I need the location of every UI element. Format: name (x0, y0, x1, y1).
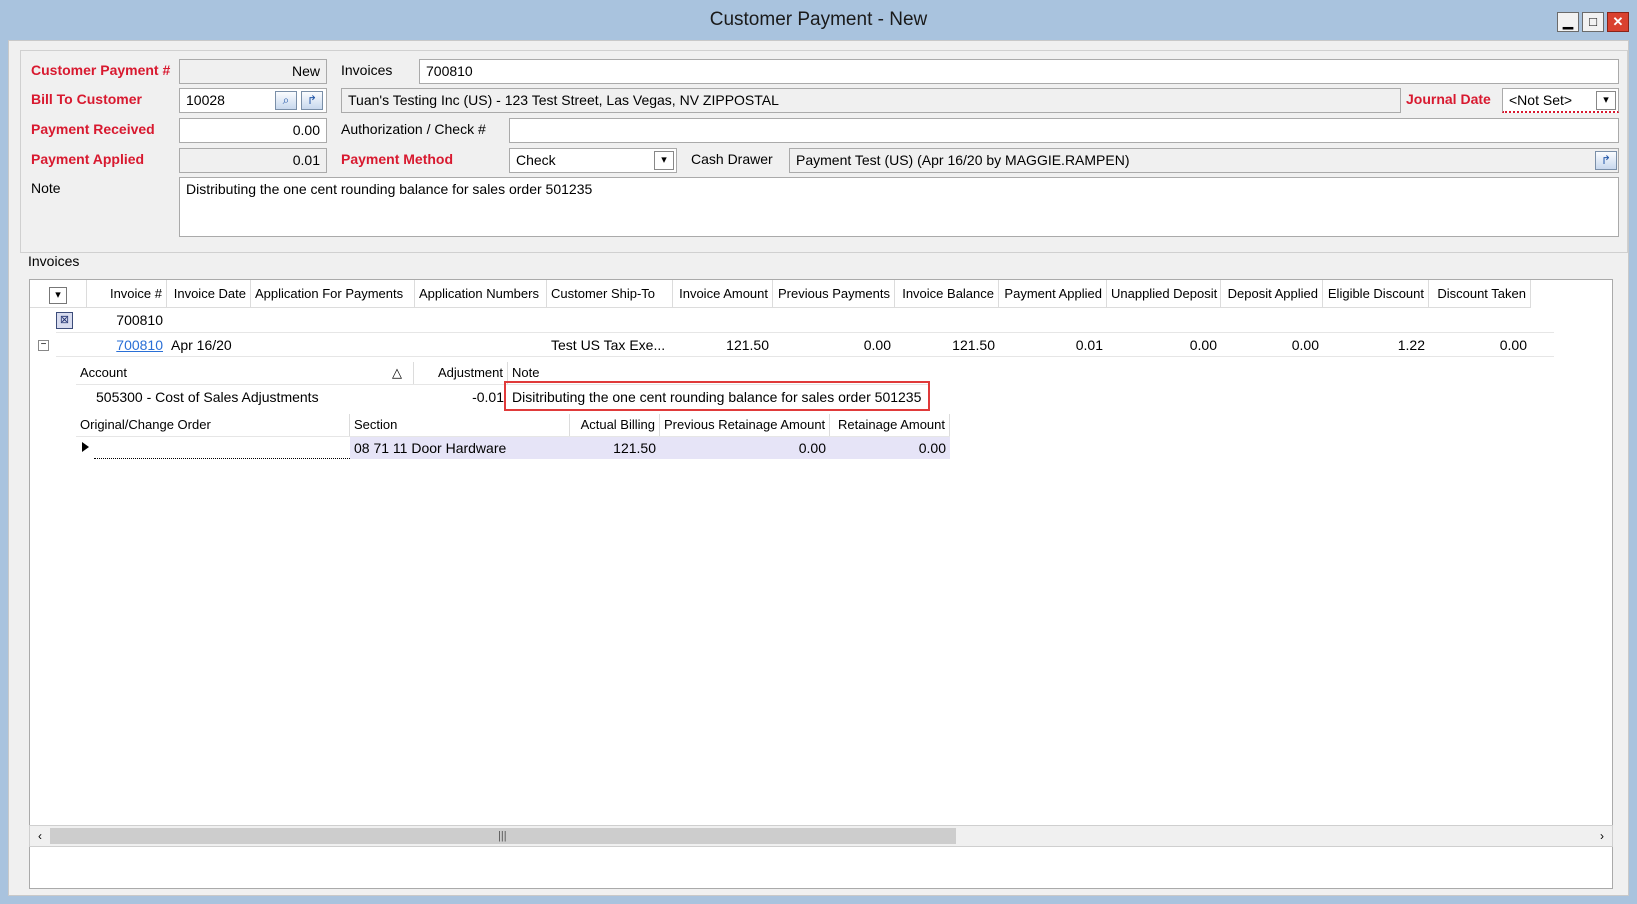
close-icon[interactable]: ✕ (1607, 12, 1629, 32)
scroll-left-icon[interactable]: ‹ (32, 828, 48, 844)
journal-date-field[interactable]: <Not Set> ▾ (1502, 88, 1619, 113)
billing-previous-retainage-cell[interactable]: 0.00 (660, 437, 830, 459)
customer-payment-label: Customer Payment # (31, 62, 171, 78)
authorization-label: Authorization / Check # (341, 121, 486, 137)
column-header-eligible-discount[interactable]: Eligible Discount (1323, 280, 1429, 308)
column-header-previous-payments[interactable]: Previous Payments (773, 280, 895, 308)
chevron-down-icon[interactable]: ▾ (654, 151, 674, 170)
payment-received-label: Payment Received (31, 121, 155, 137)
adjustments-header-adjustment[interactable]: Adjustment (414, 362, 508, 384)
payment-applied-cell[interactable]: 0.01 (999, 334, 1107, 356)
invoice-date-cell[interactable]: Apr 16/20 (167, 334, 251, 356)
eligible-discount-cell[interactable]: 1.22 (1323, 334, 1429, 356)
previous-payments-cell[interactable]: 0.00 (773, 334, 895, 356)
column-header-application-for-payments[interactable]: Application For Payments (251, 280, 415, 308)
application-for-payments-cell[interactable] (251, 334, 415, 356)
maximize-icon[interactable]: □ (1582, 12, 1604, 32)
grip-icon: ||| (498, 830, 507, 842)
invoices-grid: ▾ Invoice # Invoice Date Application For… (29, 279, 1613, 889)
column-chooser[interactable]: ▾ (30, 280, 87, 308)
billing-actual-cell[interactable]: 121.50 (570, 437, 660, 459)
invoices-label: Invoices (341, 62, 393, 78)
filter-icon[interactable]: ⊠ (56, 312, 73, 329)
scroll-right-icon[interactable]: › (1594, 828, 1610, 844)
bill-to-customer-label: Bill To Customer (31, 91, 142, 107)
billing-header-previous-retainage[interactable]: Previous Retainage Amount (660, 414, 830, 436)
note-label: Note (31, 180, 61, 196)
window-title: Customer Payment - New (709, 9, 928, 30)
column-header-application-numbers[interactable]: Application Numbers (415, 280, 547, 308)
cash-drawer-field: Payment Test (US) (Apr 16/20 by MAGGIE.R… (789, 148, 1619, 173)
adjustments-header-account[interactable]: Account (76, 362, 414, 384)
column-header-invoice[interactable]: Invoice # (87, 280, 167, 308)
journal-date-label: Journal Date (1406, 91, 1491, 107)
form-client-area: Customer Payment # New Invoices 700810 B… (8, 40, 1629, 896)
adjustment-amount-cell[interactable]: -0.01 (414, 386, 508, 408)
application-numbers-cell[interactable] (415, 334, 547, 356)
ship-to-cell[interactable]: Test US Tax Exe... (547, 334, 673, 356)
payment-received-field[interactable]: 0.00 (179, 118, 327, 143)
row-divider (56, 332, 1554, 333)
payment-applied-label: Payment Applied (31, 151, 145, 167)
invoices-section-title: Invoices (28, 253, 80, 269)
lookup-search-icon[interactable]: ⌕ (275, 91, 297, 110)
billing-header-actual-billing[interactable]: Actual Billing (570, 414, 660, 436)
column-header-invoice-date[interactable]: Invoice Date (167, 280, 251, 308)
invoice-amount-cell[interactable]: 121.50 (673, 334, 773, 356)
sort-ascending-icon[interactable]: △ (392, 362, 402, 384)
payment-method-value: Check (516, 152, 556, 168)
billing-retainage-cell[interactable]: 0.00 (830, 437, 950, 459)
billing-header-section[interactable]: Section (350, 414, 570, 436)
column-header-invoice-balance[interactable]: Invoice Balance (895, 280, 999, 308)
column-header-customer-ship-to[interactable]: Customer Ship-To (547, 280, 673, 308)
column-header-payment-applied[interactable]: Payment Applied (999, 280, 1107, 308)
invoice-number-link[interactable]: 700810 (87, 334, 167, 356)
invoice-balance-cell[interactable]: 121.50 (895, 334, 999, 356)
window-titlebar: Customer Payment - New ▁ □ ✕ (0, 0, 1637, 40)
column-header-deposit-applied[interactable]: Deposit Applied (1221, 280, 1323, 308)
horizontal-scrollbar[interactable]: ‹ ||| › (29, 825, 1613, 847)
row-divider (56, 356, 1554, 357)
filter-invoice[interactable]: 700810 (87, 309, 167, 331)
note-textarea[interactable]: Distributing the one cent rounding balan… (179, 177, 1619, 237)
invoices-field[interactable]: 700810 (419, 59, 1619, 84)
column-header-unapplied-deposit[interactable]: Unapplied Deposit (1107, 280, 1221, 308)
billing-header-retainage[interactable]: Retainage Amount (830, 414, 950, 436)
payment-method-label: Payment Method (341, 151, 454, 167)
payment-method-select[interactable]: Check ▾ (509, 148, 677, 173)
invoice-number-text[interactable]: 700810 (116, 337, 163, 353)
adjustment-account-cell[interactable]: 505300 - Cost of Sales Adjustments (92, 386, 414, 408)
column-header-discount-taken[interactable]: Discount Taken (1429, 280, 1531, 308)
highlight-box (504, 381, 930, 411)
cash-drawer-label: Cash Drawer (691, 151, 773, 167)
journal-date-value: <Not Set> (1509, 92, 1573, 108)
billing-header-order[interactable]: Original/Change Order (76, 414, 350, 436)
billing-order-cell[interactable] (94, 437, 350, 459)
unapplied-deposit-cell[interactable]: 0.00 (1107, 334, 1221, 356)
billing-section-cell[interactable]: 08 71 11 Door Hardware (350, 437, 570, 459)
current-row-indicator-icon (82, 442, 89, 452)
bill-to-navigate-icon[interactable]: ↱ (301, 91, 323, 110)
chevron-down-icon[interactable]: ▾ (49, 287, 67, 304)
column-header-invoice-amount[interactable]: Invoice Amount (673, 280, 773, 308)
minimize-icon[interactable]: ▁ (1557, 12, 1579, 32)
chevron-down-icon[interactable]: ▾ (1596, 91, 1616, 110)
customer-payment-field: New (179, 59, 327, 84)
collapse-icon[interactable]: − (38, 340, 49, 351)
bill-to-description: Tuan's Testing Inc (US) - 123 Test Stree… (341, 88, 1401, 113)
payment-applied-field: 0.01 (179, 148, 327, 173)
authorization-field[interactable] (509, 118, 1619, 143)
cash-drawer-navigate-icon[interactable]: ↱ (1595, 151, 1617, 170)
discount-taken-cell[interactable]: 0.00 (1429, 334, 1531, 356)
deposit-applied-cell[interactable]: 0.00 (1221, 334, 1323, 356)
